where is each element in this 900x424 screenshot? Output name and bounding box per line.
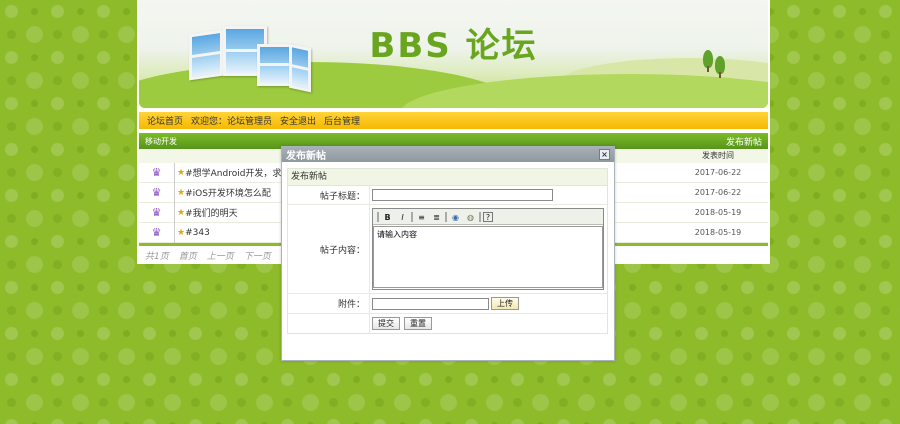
- form-header: 发布新帖: [288, 169, 607, 186]
- col-time-header: 发表时间: [702, 151, 734, 160]
- topic-time: 2017-06-22: [694, 168, 742, 177]
- subject-row: 帖子标题：: [288, 186, 607, 205]
- attach-label: 附件：: [288, 294, 370, 313]
- nav-welcome-text: 欢迎您：论坛管理员: [191, 117, 273, 127]
- content-row: 帖子内容： B I ≡ ≣ ◉ ◍ ? 请输入内容: [288, 205, 607, 294]
- subject-label: 帖子标题：: [288, 186, 370, 204]
- actions-row: 提交 重置: [288, 314, 607, 333]
- top-nav: 论坛首页 欢迎您：论坛管理员 安全退出 后台管理: [139, 112, 768, 129]
- actions-cell: 提交 重置: [370, 314, 607, 333]
- ordered-list-icon[interactable]: ≡: [415, 211, 428, 223]
- new-post-button[interactable]: 发布新帖: [726, 135, 762, 148]
- post-form: 发布新帖 帖子标题： 帖子内容： B I ≡ ≣ ◉ ◍ ? 请输入内容 附件：…: [287, 168, 608, 334]
- nav-home-link[interactable]: 论坛首页: [147, 114, 183, 127]
- toolbar-separator: [479, 211, 481, 222]
- attach-cell: 上传: [370, 294, 607, 313]
- section-name: 移动开发: [145, 136, 177, 146]
- unordered-list-icon[interactable]: ≣: [430, 211, 443, 223]
- italic-icon[interactable]: I: [396, 211, 409, 223]
- pager-total: 共1页: [145, 251, 169, 262]
- image-icon[interactable]: ◍: [464, 211, 477, 223]
- banner: BBS 论坛: [139, 0, 768, 108]
- bold-icon[interactable]: B: [381, 211, 394, 223]
- topic-icon: ♛: [139, 202, 175, 223]
- editor-toolbar: B I ≡ ≣ ◉ ◍ ?: [373, 209, 603, 225]
- reset-button[interactable]: 重置: [404, 317, 432, 330]
- topic-icon: ♛: [139, 162, 175, 183]
- new-post-dialog: 发布新帖 × 发布新帖 帖子标题： 帖子内容： B I ≡ ≣ ◉ ◍ ? 请输…: [281, 146, 615, 361]
- attach-input[interactable]: [372, 297, 489, 310]
- topic-icon: ♛: [139, 222, 175, 243]
- content-cell: B I ≡ ≣ ◉ ◍ ? 请输入内容: [370, 205, 607, 293]
- dialog-title: 发布新帖: [286, 151, 326, 162]
- submit-button[interactable]: 提交: [372, 317, 400, 330]
- topic-time: 2018-05-19: [694, 208, 742, 217]
- link-icon[interactable]: ◉: [449, 211, 462, 223]
- star-icon: ★: [177, 207, 186, 218]
- toolbar-separator: [377, 211, 379, 222]
- pager-first[interactable]: 首页: [179, 249, 197, 262]
- toolbar-separator: [445, 211, 447, 222]
- topic-icon: ♛: [139, 182, 175, 203]
- actions-label: [288, 314, 370, 333]
- star-icon: ★: [177, 187, 186, 198]
- upload-button[interactable]: 上传: [491, 297, 519, 310]
- help-icon[interactable]: ?: [483, 211, 493, 222]
- dialog-titlebar[interactable]: 发布新帖 ×: [282, 147, 614, 162]
- star-icon: ★: [177, 227, 186, 238]
- star-icon: ★: [177, 167, 186, 178]
- subject-input[interactable]: [372, 189, 553, 201]
- attach-row: 附件： 上传: [288, 294, 607, 314]
- subject-cell: [370, 186, 607, 204]
- site-title: BBS 论坛: [369, 26, 538, 66]
- content-label: 帖子内容：: [288, 205, 370, 293]
- topic-time: 2018-05-19: [694, 228, 742, 237]
- rich-text-editor: B I ≡ ≣ ◉ ◍ ? 请输入内容: [372, 208, 604, 290]
- toolbar-separator: [411, 211, 413, 222]
- pager-next[interactable]: 下一页: [244, 249, 271, 262]
- topic-time: 2017-06-22: [694, 188, 742, 197]
- nav-logout-link[interactable]: 安全退出: [280, 114, 316, 127]
- close-icon[interactable]: ×: [599, 149, 610, 160]
- content-textarea[interactable]: 请输入内容: [373, 226, 603, 288]
- nav-admin-link[interactable]: 后台管理: [324, 114, 360, 127]
- pager-prev[interactable]: 上一页: [207, 249, 234, 262]
